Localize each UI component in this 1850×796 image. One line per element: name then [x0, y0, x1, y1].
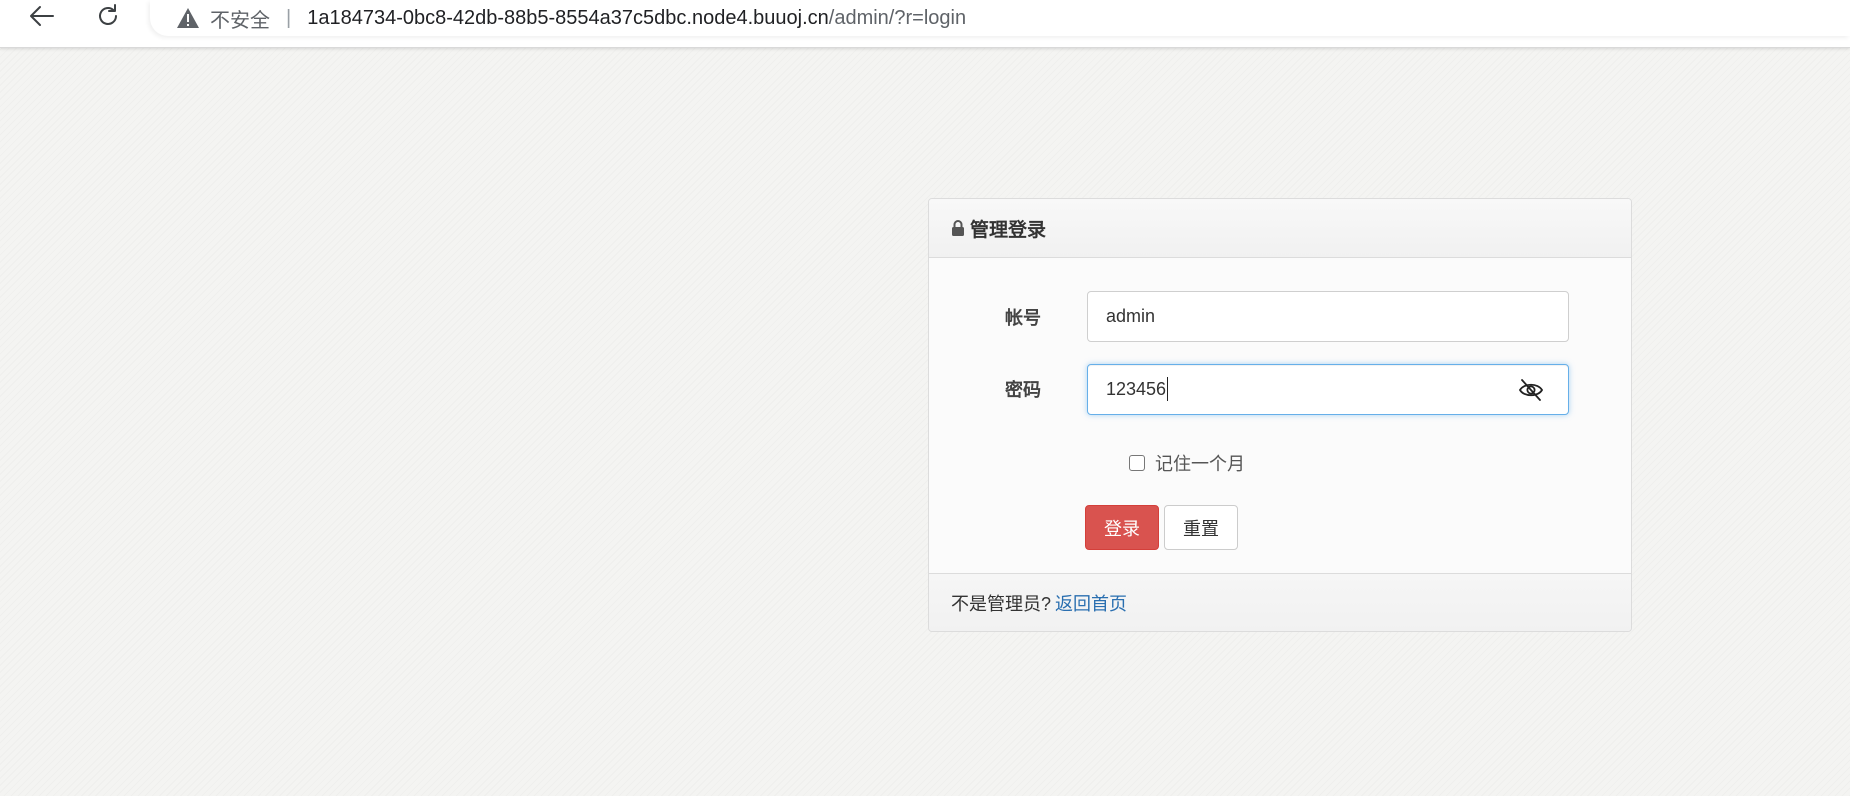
eye-off-icon[interactable] [1517, 376, 1545, 404]
panel-footer: 不是管理员? 返回首页 [929, 573, 1631, 631]
security-status-label[interactable]: 不安全 [210, 4, 270, 33]
browser-toolbar: 不安全 | 1a184734-0bc8-42db-88b5-8554a37c5d… [0, 0, 1850, 48]
password-label: 密码 [1005, 380, 1041, 400]
password-input[interactable] [1087, 364, 1569, 415]
lock-icon [951, 219, 965, 237]
login-panel: 管理登录 帐号 密码 记住一个月 登录 重置 不是管理员? 返回首页 [928, 198, 1632, 632]
reset-button[interactable]: 重置 [1164, 505, 1238, 550]
warning-icon[interactable] [176, 7, 200, 29]
footer-text: 不是管理员? [951, 593, 1052, 614]
url-host[interactable]: 1a184734-0bc8-42db-88b5-8554a37c5dbc.nod… [307, 7, 829, 30]
account-input[interactable] [1087, 291, 1569, 342]
remember-me-row[interactable]: 记住一个月 [1129, 450, 1245, 476]
url-path[interactable]: /admin/?r=login [829, 7, 966, 30]
panel-title: 管理登录 [970, 219, 1047, 241]
panel-heading: 管理登录 [929, 199, 1631, 258]
reload-icon [95, 3, 121, 34]
remember-me-label[interactable]: 记住一个月 [1155, 450, 1245, 476]
remember-me-checkbox[interactable] [1129, 455, 1145, 471]
address-bar[interactable]: 不安全 | 1a184734-0bc8-42db-88b5-8554a37c5d… [150, 0, 1850, 36]
reload-button[interactable] [84, 0, 132, 36]
url-separator: | [286, 6, 292, 29]
back-arrow-icon [29, 5, 55, 32]
login-button[interactable]: 登录 [1085, 505, 1159, 550]
login-form: 帐号 密码 记住一个月 登录 重置 [929, 258, 1631, 573]
text-cursor [1167, 377, 1168, 401]
back-to-home-link[interactable]: 返回首页 [1055, 590, 1127, 616]
account-label: 帐号 [1005, 308, 1041, 328]
back-button[interactable] [18, 0, 66, 36]
